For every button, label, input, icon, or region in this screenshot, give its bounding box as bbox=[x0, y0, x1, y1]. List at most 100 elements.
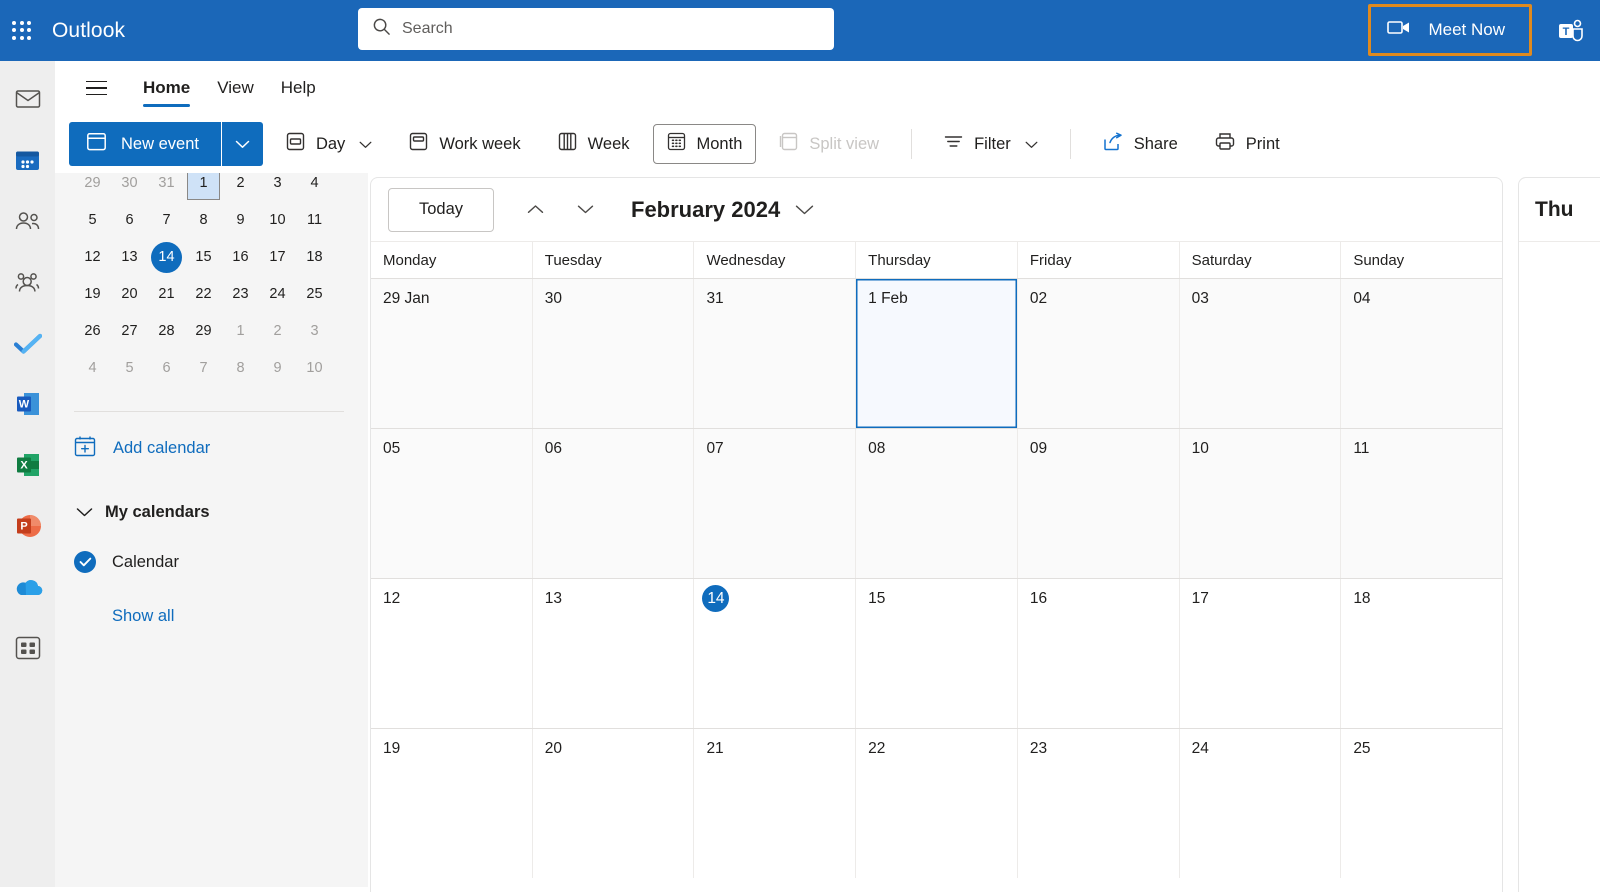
view-day-button[interactable]: Day bbox=[272, 124, 386, 164]
day-cell[interactable]: 07 bbox=[693, 429, 856, 578]
rail-item-calendar[interactable] bbox=[8, 140, 48, 180]
day-cell[interactable]: 15 bbox=[855, 579, 1017, 728]
mini-calendar-day[interactable]: 25 bbox=[296, 276, 333, 313]
rail-item-onedrive[interactable] bbox=[8, 567, 48, 607]
mini-calendar-day[interactable]: 9 bbox=[222, 202, 259, 239]
day-cell[interactable]: 14 bbox=[693, 579, 856, 728]
mini-calendar-day[interactable]: 5 bbox=[111, 350, 148, 387]
mini-calendar-day[interactable]: 2 bbox=[259, 313, 296, 350]
mini-calendar-day[interactable]: 18 bbox=[296, 239, 333, 276]
mini-calendar-day[interactable]: 19 bbox=[74, 276, 111, 313]
mini-calendar-day[interactable]: 9 bbox=[259, 350, 296, 387]
mini-calendar-day[interactable]: 5 bbox=[74, 202, 111, 239]
share-button[interactable]: Share bbox=[1089, 124, 1192, 164]
mini-calendar-day[interactable]: 17 bbox=[259, 239, 296, 276]
search-input[interactable] bbox=[402, 20, 820, 38]
today-button[interactable]: Today bbox=[388, 187, 494, 232]
previous-period-button[interactable] bbox=[516, 191, 554, 229]
checkmark-icon[interactable] bbox=[74, 551, 96, 573]
next-period-button[interactable] bbox=[566, 191, 604, 229]
day-cell[interactable]: 1 Feb bbox=[855, 279, 1017, 428]
day-cell[interactable]: 08 bbox=[855, 429, 1017, 578]
teams-icon[interactable]: T bbox=[1554, 14, 1588, 48]
day-cell[interactable]: 29 Jan bbox=[371, 279, 532, 428]
mini-calendar-day[interactable]: 14 bbox=[148, 239, 185, 276]
rail-item-excel[interactable]: X bbox=[8, 445, 48, 485]
mini-calendar-day[interactable]: 8 bbox=[222, 350, 259, 387]
mini-calendar-day[interactable]: 11 bbox=[296, 202, 333, 239]
tab-help[interactable]: Help bbox=[281, 61, 316, 115]
mini-calendar-day[interactable]: 1 bbox=[222, 313, 259, 350]
chevron-down-icon[interactable] bbox=[1025, 135, 1038, 154]
mini-calendar-day[interactable]: 10 bbox=[259, 202, 296, 239]
day-cell[interactable]: 04 bbox=[1340, 279, 1502, 428]
day-cell[interactable]: 25 bbox=[1340, 729, 1502, 878]
tab-home[interactable]: Home bbox=[143, 61, 191, 115]
print-button[interactable]: Print bbox=[1201, 124, 1294, 164]
mini-calendar-day[interactable]: 23 bbox=[222, 276, 259, 313]
new-event-caret-icon[interactable] bbox=[222, 122, 263, 166]
day-peek-body[interactable] bbox=[1519, 241, 1600, 892]
day-cell[interactable]: 12 bbox=[371, 579, 532, 728]
day-cell[interactable]: 18 bbox=[1340, 579, 1502, 728]
day-cell[interactable]: 23 bbox=[1016, 729, 1179, 878]
mini-calendar-day[interactable]: 3 bbox=[296, 313, 333, 350]
day-cell[interactable]: 30 bbox=[531, 279, 694, 428]
day-cell[interactable]: 21 bbox=[693, 729, 856, 878]
mini-calendar-day[interactable]: 29 bbox=[185, 313, 222, 350]
hamburger-menu-icon[interactable] bbox=[76, 68, 116, 108]
day-cell[interactable]: 06 bbox=[531, 429, 694, 578]
show-all-link[interactable]: Show all bbox=[55, 607, 174, 626]
view-work-week-button[interactable]: Work week bbox=[395, 124, 534, 164]
rail-item-word[interactable]: W bbox=[8, 384, 48, 424]
day-cell[interactable]: 24 bbox=[1178, 729, 1341, 878]
add-calendar-button[interactable]: Add calendar bbox=[55, 426, 368, 470]
rail-item-all-apps[interactable] bbox=[8, 628, 48, 668]
mini-calendar-day[interactable]: 20 bbox=[111, 276, 148, 313]
rail-item-groups[interactable] bbox=[8, 262, 48, 302]
day-cell[interactable]: 17 bbox=[1178, 579, 1341, 728]
mini-calendar-day[interactable]: 6 bbox=[148, 350, 185, 387]
period-picker-chevron-down-icon[interactable] bbox=[795, 204, 814, 216]
mini-calendar-day[interactable]: 22 bbox=[185, 276, 222, 313]
day-cell[interactable]: 11 bbox=[1340, 429, 1502, 578]
mini-calendar-day[interactable]: 6 bbox=[111, 202, 148, 239]
mini-calendar-day[interactable]: 13 bbox=[111, 239, 148, 276]
day-cell[interactable]: 31 bbox=[693, 279, 856, 428]
mini-calendar-day[interactable]: 21 bbox=[148, 276, 185, 313]
tab-view[interactable]: View bbox=[217, 61, 254, 115]
day-cell[interactable]: 22 bbox=[855, 729, 1017, 878]
mini-calendar-day[interactable]: 7 bbox=[185, 350, 222, 387]
day-cell[interactable]: 19 bbox=[371, 729, 532, 878]
mini-calendar-day[interactable]: 27 bbox=[111, 313, 148, 350]
new-event-button[interactable]: New event bbox=[69, 122, 263, 166]
day-cell[interactable]: 09 bbox=[1016, 429, 1179, 578]
rail-item-todo[interactable] bbox=[8, 323, 48, 363]
view-week-button[interactable]: Week bbox=[544, 124, 644, 164]
day-cell[interactable]: 02 bbox=[1016, 279, 1179, 428]
filter-button[interactable]: Filter bbox=[930, 124, 1052, 164]
mini-calendar-day[interactable]: 28 bbox=[148, 313, 185, 350]
search-box[interactable] bbox=[358, 8, 834, 50]
day-cell[interactable]: 05 bbox=[371, 429, 532, 578]
view-month-button[interactable]: Month bbox=[652, 124, 757, 164]
period-label[interactable]: February 2024 bbox=[631, 197, 780, 223]
my-calendars-group[interactable]: My calendars bbox=[55, 490, 368, 534]
rail-item-powerpoint[interactable]: P bbox=[8, 506, 48, 546]
mini-calendar-day[interactable]: 8 bbox=[185, 202, 222, 239]
mini-calendar-day[interactable]: 10 bbox=[296, 350, 333, 387]
mini-calendar-day[interactable]: 16 bbox=[222, 239, 259, 276]
mini-calendar-day[interactable]: 26 bbox=[74, 313, 111, 350]
app-launcher-icon[interactable] bbox=[9, 18, 35, 44]
day-cell[interactable]: 20 bbox=[531, 729, 694, 878]
mini-calendar-day[interactable]: 12 bbox=[74, 239, 111, 276]
mini-calendar-day[interactable]: 24 bbox=[259, 276, 296, 313]
chevron-down-icon[interactable] bbox=[359, 135, 372, 154]
mini-calendar-day[interactable]: 15 bbox=[185, 239, 222, 276]
day-cell[interactable]: 16 bbox=[1016, 579, 1179, 728]
rail-item-mail[interactable] bbox=[8, 79, 48, 119]
day-cell[interactable]: 03 bbox=[1178, 279, 1341, 428]
day-cell[interactable]: 10 bbox=[1178, 429, 1341, 578]
mini-calendar-day[interactable]: 4 bbox=[74, 350, 111, 387]
day-cell[interactable]: 13 bbox=[531, 579, 694, 728]
